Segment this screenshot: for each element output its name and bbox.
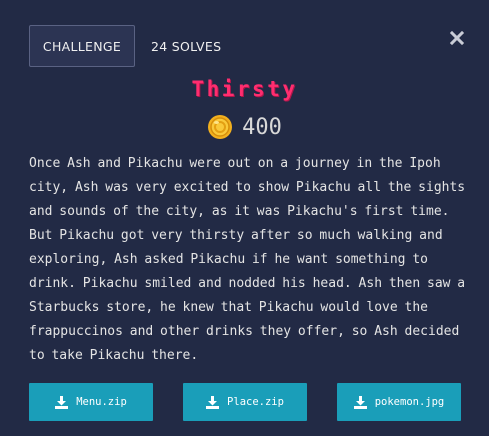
file-downloads: Menu.zip Place.zip pokemon.jpg (29, 383, 461, 421)
challenge-modal: CHALLENGE 24 SOLVES Thirsty 400 Once Ash… (0, 0, 489, 436)
tab-solves[interactable]: 24 SOLVES (151, 39, 221, 54)
download-label: pokemon.jpg (374, 396, 445, 408)
close-icon[interactable] (449, 30, 465, 46)
download-icon (55, 395, 69, 409)
challenge-description: Once Ash and Pikachu were out on a journ… (29, 152, 469, 368)
challenge-points: 400 (0, 114, 489, 140)
challenge-title: Thirsty (191, 77, 298, 101)
download-icon (206, 395, 220, 409)
modal-tabs: CHALLENGE 24 SOLVES (29, 25, 221, 67)
coin-icon (207, 114, 233, 140)
download-label: Place.zip (227, 396, 284, 408)
download-label: Menu.zip (76, 396, 127, 408)
download-icon (353, 395, 367, 409)
tab-challenge[interactable]: CHALLENGE (29, 25, 135, 67)
description-text: Once Ash and Pikachu were out on a journ… (29, 156, 466, 363)
points-value: 400 (242, 114, 282, 140)
download-button-pokemon-jpg[interactable]: pokemon.jpg (337, 383, 461, 421)
download-button-place-zip[interactable]: Place.zip (183, 383, 307, 421)
download-button-menu-zip[interactable]: Menu.zip (29, 383, 153, 421)
